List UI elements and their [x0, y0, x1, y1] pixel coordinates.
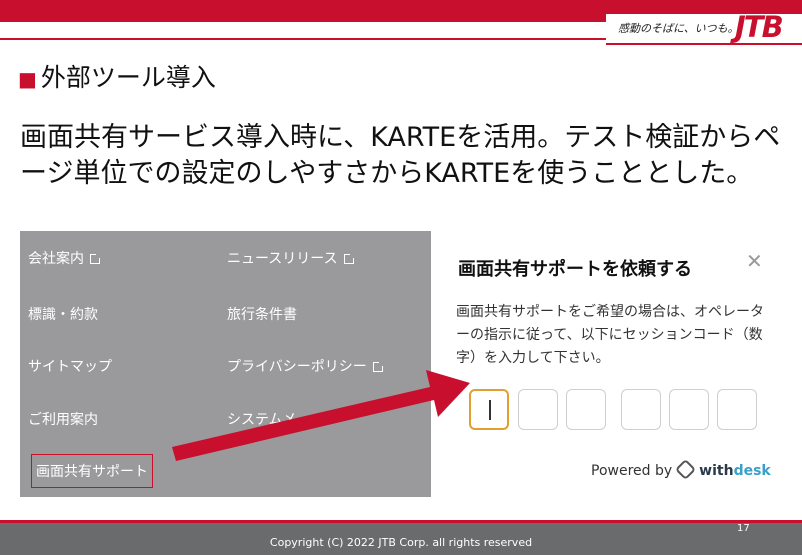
section-title: ■ 外部ツール導入 [18, 58, 216, 94]
modal-description: 画面共有サポートをご希望の場合は、オペレーターの指示に従って、以下にセッションコ… [456, 304, 764, 366]
header-divider [0, 38, 606, 40]
footer-link-news[interactable]: ニュースリリース [227, 248, 355, 268]
section-bullet: ■ [18, 67, 37, 91]
page-number: 17 [737, 523, 750, 534]
session-code-digit-4[interactable] [621, 389, 661, 430]
slogan-text: 感動のそばに、いつも。 [618, 22, 739, 35]
site-footer-panel: 会社案内 ニュースリリース 標識・約款 旅行条件書 サイトマップ プライバシーポ… [20, 231, 431, 497]
footer-link-terms[interactable]: 標識・約款 [28, 304, 98, 324]
screen-share-modal: 画面共有サポートを依頼する ✕ 画面共有サポートをご希望の場合は、オペレーターの… [431, 231, 771, 497]
session-code-digit-5[interactable] [669, 389, 709, 430]
footer-link-company[interactable]: 会社案内 [28, 248, 101, 268]
session-code-digit-1[interactable] [469, 389, 509, 430]
session-code-digit-3[interactable] [566, 389, 606, 430]
footer-link-screen-share[interactable]: 画面共有サポート [31, 454, 153, 488]
withdesk-logo-icon [675, 458, 697, 481]
session-code-digit-2[interactable] [518, 389, 558, 430]
copyright-text: Copyright (C) 2022 JTB Corp. all rights … [269, 536, 533, 549]
modal-title: 画面共有サポートを依頼する [458, 259, 692, 280]
jtb-logo: JTB [735, 10, 784, 44]
footer-link-sitemap[interactable]: サイトマップ [28, 356, 112, 376]
body-text: 画面共有サービス導入時に、KARTEを活用。テスト検証からページ単位での設定のし… [20, 122, 781, 189]
powered-by: Powered by withdesk [591, 458, 771, 481]
footer-link-system[interactable]: システムメ [227, 409, 297, 429]
external-link-icon [343, 253, 355, 264]
footer-link-privacy[interactable]: プライバシーポリシー [227, 356, 384, 376]
footer-link-usage-guide[interactable]: ご利用案内 [28, 409, 98, 429]
session-code-digit-6[interactable] [717, 389, 757, 430]
close-icon[interactable]: ✕ [746, 249, 763, 273]
section-title-text: 外部ツール導入 [40, 63, 216, 92]
external-link-icon [90, 253, 101, 264]
external-link-icon [372, 361, 384, 372]
footer-link-travel-conditions[interactable]: 旅行条件書 [227, 304, 297, 324]
